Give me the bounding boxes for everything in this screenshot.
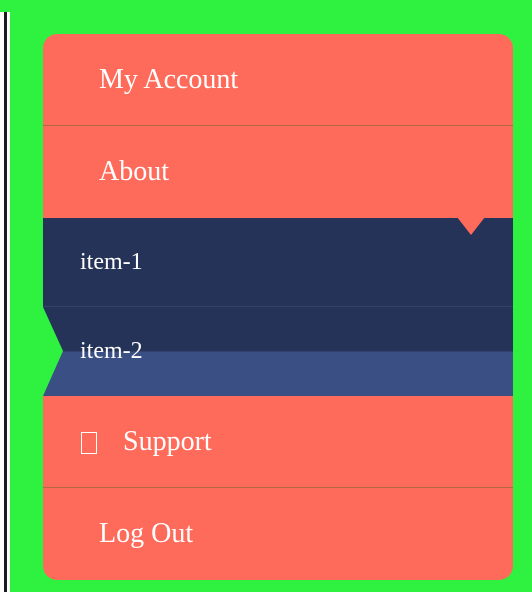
submenu-item-label: item-1: [80, 248, 143, 275]
about-submenu: item-1 item-2: [43, 217, 513, 396]
submenu-item-2[interactable]: item-2: [43, 307, 513, 396]
menu-item-about[interactable]: About: [43, 126, 513, 218]
menu-item-label: About: [99, 156, 169, 187]
page-top-edge: [0, 0, 532, 12]
menu-item-my-account[interactable]: My Account: [43, 34, 513, 126]
dropdown-menu: My Account About item-1 item-2 Support L…: [43, 34, 513, 580]
page-left-edge: [0, 12, 10, 592]
menu-item-label: Support: [123, 425, 212, 457]
menu-item-support[interactable]: Support: [43, 396, 513, 488]
menu-item-label: Log Out: [99, 518, 194, 549]
submenu-item-label: item-2: [80, 338, 143, 364]
active-arrow-icon: [43, 307, 63, 396]
page-left-edge-line: [4, 12, 7, 592]
submenu-item-1[interactable]: item-1: [43, 218, 513, 307]
missing-glyph-icon: [81, 431, 97, 454]
menu-item-label: My Account: [99, 63, 239, 95]
menu-item-log-out[interactable]: Log Out: [43, 488, 513, 580]
